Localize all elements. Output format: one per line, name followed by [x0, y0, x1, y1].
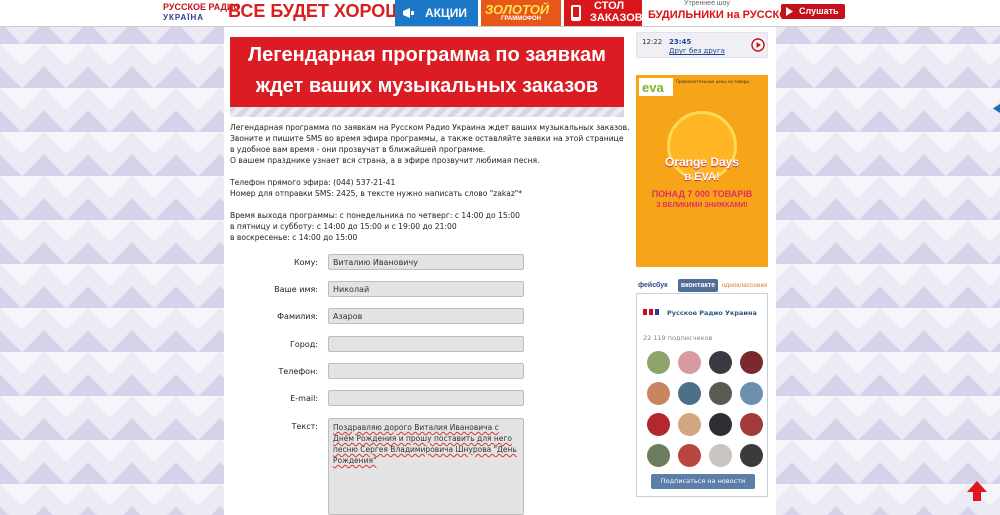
description-line: в воскресенье: с 14:00 до 15:00 — [230, 233, 358, 242]
vk-group-widget: Русское Радио Украина 22 119 подписчиков… — [636, 293, 768, 497]
subscribe-button[interactable]: Подписаться на новости — [651, 474, 755, 489]
morning-show-caption: Утреннее шоу — [684, 0, 730, 7]
listen-label: Слушать — [799, 6, 839, 16]
description-line: в пятницу и субботу: с 14:00 до 15:00 и … — [230, 222, 457, 231]
scroll-to-top-icon[interactable] — [966, 480, 988, 502]
nav-gold-line1: ЗОЛОТОЙ — [485, 2, 550, 17]
description-line: Номер для отправки SMS: 2425, в тексте н… — [230, 189, 523, 198]
email-label: E-mail: — [290, 394, 318, 403]
description-line: Телефон прямого эфира: (044) 537-21-41 — [230, 178, 396, 187]
subscribe-label: Подписаться на новости — [660, 477, 746, 485]
banner-stripe — [230, 107, 624, 117]
group-name[interactable]: Русское Радио Украина — [667, 309, 757, 317]
chevron-left-icon[interactable] — [993, 104, 1000, 113]
phone-icon — [571, 5, 581, 21]
name-label: Ваше имя: — [274, 285, 318, 294]
play-icon — [786, 7, 793, 16]
nav-actions-button[interactable]: АКЦИИ — [395, 0, 478, 26]
surname-label: Фамилия: — [277, 312, 318, 321]
description-line: Легендарная программа по заявкам на Русс… — [230, 123, 630, 132]
nav-orders-button[interactable]: СТОЛ ЗАКАЗОВ — [564, 0, 643, 26]
radio-logo[interactable]: РУССКОЕ РАДИО УКРАЇНА — [160, 2, 240, 24]
nav-orders-line1: СТОЛ — [594, 0, 625, 12]
ad-line-3: ПОНАД 7 000 ТОВАРІВ — [651, 189, 753, 199]
tab-facebook[interactable]: фейсбук — [638, 279, 668, 292]
eva-logo-icon: eva — [639, 78, 673, 96]
banner-line1: Легендарная программа по заявкам — [248, 44, 606, 66]
avatar[interactable] — [647, 382, 670, 405]
now-playing-widget: 12:22 23:45 Друг без друга — [636, 32, 768, 58]
play-circle-icon[interactable] — [751, 38, 765, 52]
ad-small-text: Привлекательные цены на товары — [676, 79, 750, 84]
ad-title-1: Orange Days — [664, 155, 740, 169]
tab-odnoklassniki[interactable]: одноклассники — [722, 279, 767, 292]
banner-line2: ждет ваших музыкальных заказов — [255, 75, 599, 97]
message-textarea[interactable]: Поздравляю дорого Виталия Ивановича с Дн… — [328, 418, 524, 515]
eva-advertisement[interactable]: eva Привлекательные цены на товары Orang… — [636, 75, 768, 267]
nav-gold-line2: ГРАММОФОН — [501, 16, 541, 22]
listen-button[interactable]: Слушать — [781, 4, 845, 19]
city-label: Город: — [290, 340, 318, 349]
avatar[interactable] — [647, 413, 670, 436]
description-line: в удобное вам время - они прозвучат в бл… — [230, 145, 486, 154]
svg-text:eva: eva — [642, 80, 664, 95]
description-line: О вашем празднике узнает вся страна, а в… — [230, 156, 540, 165]
name-field[interactable]: Николай — [328, 281, 524, 297]
nav-actions-label: АКЦИИ — [425, 6, 468, 20]
sidebar: 12:22 23:45 Друг без друга eva Привлекат… — [630, 27, 776, 515]
tab-vkontakte[interactable]: вконтакте — [678, 279, 718, 292]
to-label: Кому: — [293, 258, 318, 267]
song-time: 23:45 — [669, 38, 692, 46]
city-field[interactable] — [328, 336, 524, 352]
avatar[interactable] — [709, 444, 732, 467]
program-banner: Легендарная программа по заявкам ждет ва… — [230, 37, 624, 107]
avatar[interactable] — [740, 382, 763, 405]
avatar[interactable] — [647, 351, 670, 374]
main-content: Легендарная программа по заявкам ждет ва… — [224, 27, 630, 515]
avatar[interactable] — [678, 413, 701, 436]
ad-title-2: в EVA! — [684, 171, 720, 183]
song-link[interactable]: Друг без друга — [669, 47, 725, 55]
social-tabs: фейсбук вконтакте одноклассники — [636, 279, 768, 292]
phone-field[interactable] — [328, 363, 524, 379]
avatar[interactable] — [740, 351, 763, 374]
avatar[interactable] — [740, 444, 763, 467]
ad-line-4: З ВЕЛИКИМИ ЗНИЖКАМИ! — [656, 202, 748, 209]
morning-show-title: БУДИЛЬНИКИ на РУССКОМ — [648, 9, 797, 21]
email-field[interactable] — [328, 390, 524, 406]
text-label: Текст: — [291, 422, 318, 431]
current-time: 12:22 — [642, 38, 663, 46]
description-line: Время выхода программы: с понедельника п… — [230, 211, 520, 220]
surname-field[interactable]: Азаров — [328, 308, 524, 324]
subscribers-count: 22 119 подписчиков — [643, 334, 713, 342]
megaphone-icon — [403, 8, 414, 18]
description-line: Звоните и пишите SMS во время эфира прог… — [230, 134, 624, 143]
avatar[interactable] — [678, 444, 701, 467]
nav-gold-gramophone-button[interactable]: ЗОЛОТОЙ ГРАММОФОН — [481, 0, 561, 26]
nav-orders-line2: ЗАКАЗОВ — [590, 12, 643, 24]
avatar[interactable] — [709, 382, 732, 405]
avatar[interactable] — [709, 351, 732, 374]
message-text: Поздравляю дорого Виталия Ивановича с Дн… — [333, 423, 517, 465]
to-field[interactable]: Виталию Ивановичу — [328, 254, 524, 270]
avatar[interactable] — [647, 444, 670, 467]
avatar[interactable] — [709, 413, 732, 436]
avatar[interactable] — [678, 382, 701, 405]
phone-label: Телефон: — [278, 367, 318, 376]
avatar[interactable] — [678, 351, 701, 374]
nav-morning-show[interactable]: Утреннее шоу БУДИЛЬНИКИ на РУССКОМ — [646, 0, 797, 26]
avatar[interactable] — [740, 413, 763, 436]
top-bar: РУССКОЕ РАДИО УКРАЇНА ВСЕ БУДЕТ ХОРОШО! … — [0, 0, 1000, 27]
logo-line2: УКРАЇНА — [163, 13, 205, 22]
group-logo-icon — [643, 309, 659, 315]
